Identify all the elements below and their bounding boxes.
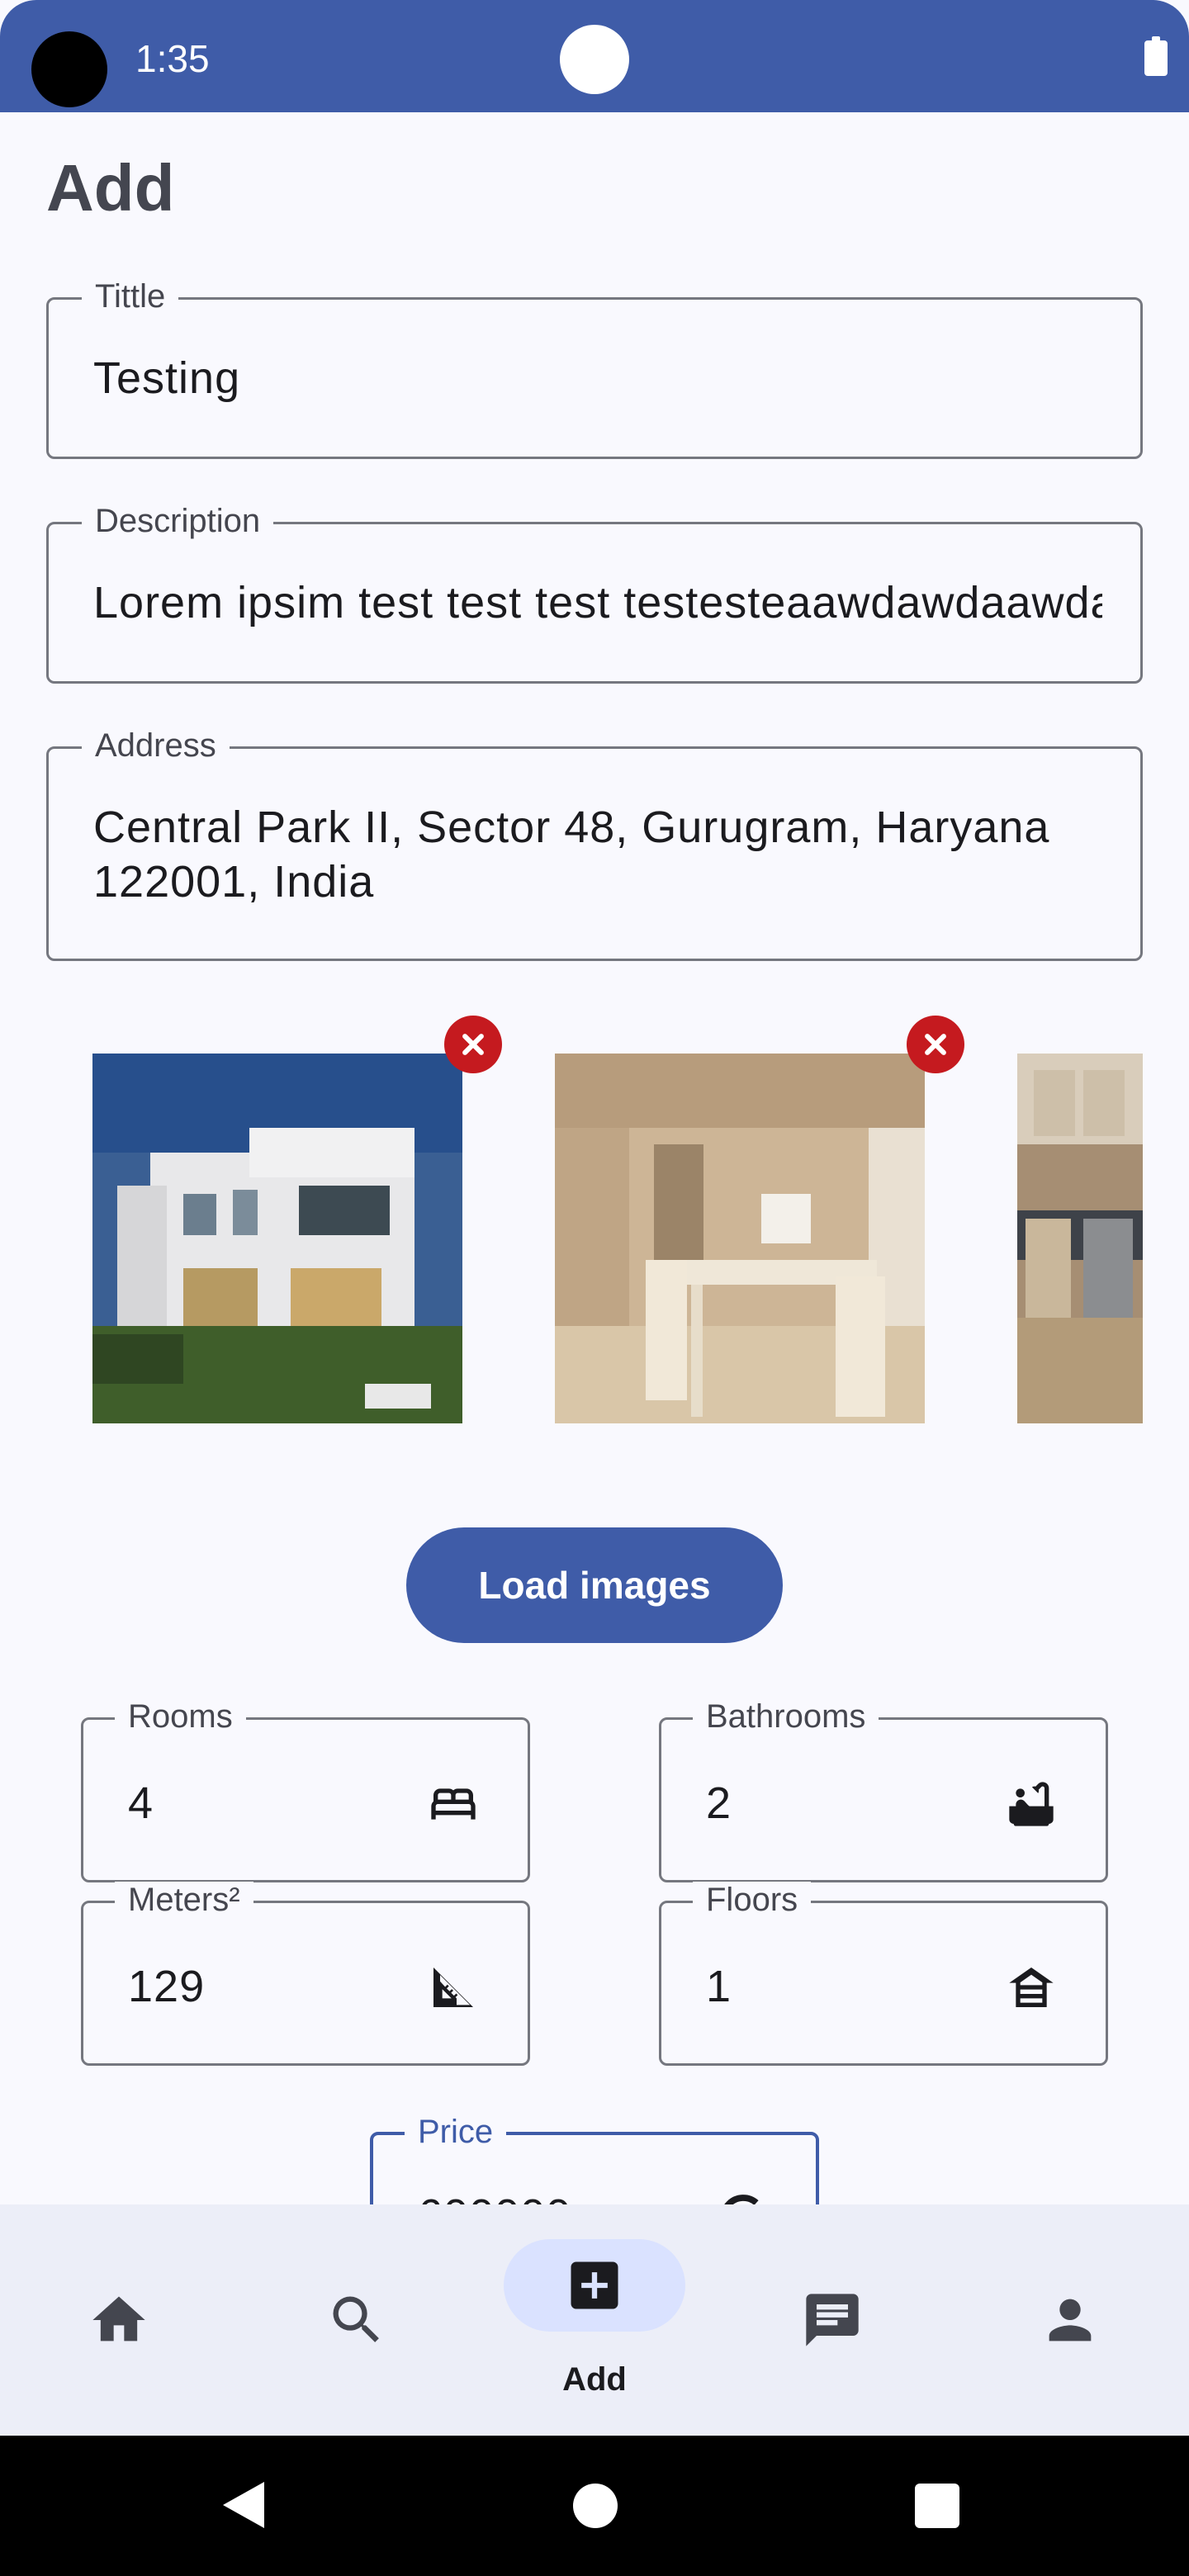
- meters-field[interactable]: Meters² 129: [81, 1882, 530, 2066]
- chat-icon: [806, 2294, 859, 2346]
- person-icon: [1049, 2299, 1092, 2342]
- address-field-value[interactable]: Central Park II, Sector 48, Gurugram, Ha…: [93, 800, 1102, 909]
- rooms-field[interactable]: Rooms 4: [81, 1698, 530, 1882]
- home-circle-icon[interactable]: [573, 2484, 618, 2528]
- remove-image-button-1[interactable]: [444, 1016, 502, 1073]
- nav-add[interactable]: Add: [504, 2204, 685, 2436]
- system-navigation-bar: [0, 2436, 1189, 2576]
- floors-field[interactable]: Floors 1: [659, 1882, 1108, 2066]
- battery-icon: [1144, 36, 1168, 76]
- camera-cutout: [31, 31, 107, 107]
- home-icon: [92, 2296, 145, 2342]
- remove-image-button-2[interactable]: [907, 1016, 964, 1073]
- description-field[interactable]: Description Lorem ipsim test test test t…: [46, 503, 1143, 684]
- search-icon: [333, 2296, 379, 2342]
- kitchen-photo: [1017, 1054, 1143, 1423]
- meters-field-label: Meters²: [115, 1882, 253, 1919]
- dining-room-photo: [555, 1054, 925, 1423]
- address-field[interactable]: Address Central Park II, Sector 48, Guru…: [46, 727, 1143, 961]
- load-images-button[interactable]: Load images: [406, 1527, 783, 1643]
- nav-add-label: Add: [562, 2361, 627, 2398]
- nav-profile[interactable]: [979, 2204, 1161, 2436]
- title-field[interactable]: Tittle Testing: [46, 278, 1143, 459]
- price-field-label: Price: [405, 2114, 507, 2151]
- square-ruler-icon: [433, 1968, 473, 2007]
- price-field[interactable]: Price 600000: [370, 2114, 819, 2204]
- back-icon[interactable]: [223, 2482, 264, 2528]
- house-exterior-photo: [92, 1054, 462, 1423]
- nav-search[interactable]: [266, 2204, 448, 2436]
- floors-field-value[interactable]: 1: [706, 1961, 732, 2012]
- bottom-navigation: Add: [0, 2204, 1189, 2436]
- floors-field-label: Floors: [693, 1882, 812, 1919]
- title-field-label: Tittle: [82, 278, 179, 315]
- floors-house-icon: [1009, 1968, 1054, 2007]
- title-field-value[interactable]: Testing: [93, 353, 1101, 404]
- rooms-field-label: Rooms: [115, 1698, 246, 1735]
- rooms-field-value[interactable]: 4: [128, 1778, 154, 1829]
- price-field-value[interactable]: 600000: [418, 2190, 571, 2204]
- nav-messages[interactable]: [741, 2204, 923, 2436]
- price-field-container: Price 600000: [0, 2097, 1189, 2204]
- bed-icon: [431, 1788, 476, 1820]
- notification-dot: [560, 25, 629, 94]
- page-title: Add: [46, 151, 175, 225]
- status-time: 1:35: [135, 37, 210, 80]
- address-field-label: Address: [82, 727, 230, 765]
- status-bar: 1:35: [0, 0, 1189, 112]
- bathtub-icon: [1009, 1782, 1054, 1826]
- bathrooms-field[interactable]: Bathrooms 2: [659, 1698, 1108, 1882]
- description-field-label: Description: [82, 503, 274, 540]
- nav-home[interactable]: [28, 2204, 210, 2436]
- meters-field-value[interactable]: 129: [128, 1961, 205, 2012]
- add-box-icon: [571, 2261, 618, 2309]
- bathrooms-field-label: Bathrooms: [693, 1698, 879, 1735]
- currency-icon: [724, 2195, 759, 2204]
- bathrooms-field-value[interactable]: 2: [706, 1778, 732, 1829]
- recents-icon[interactable]: [915, 2484, 959, 2528]
- description-field-value[interactable]: Lorem ipsim test test test testesteaawda…: [93, 577, 1102, 628]
- image-carousel[interactable]: [46, 1004, 1143, 1466]
